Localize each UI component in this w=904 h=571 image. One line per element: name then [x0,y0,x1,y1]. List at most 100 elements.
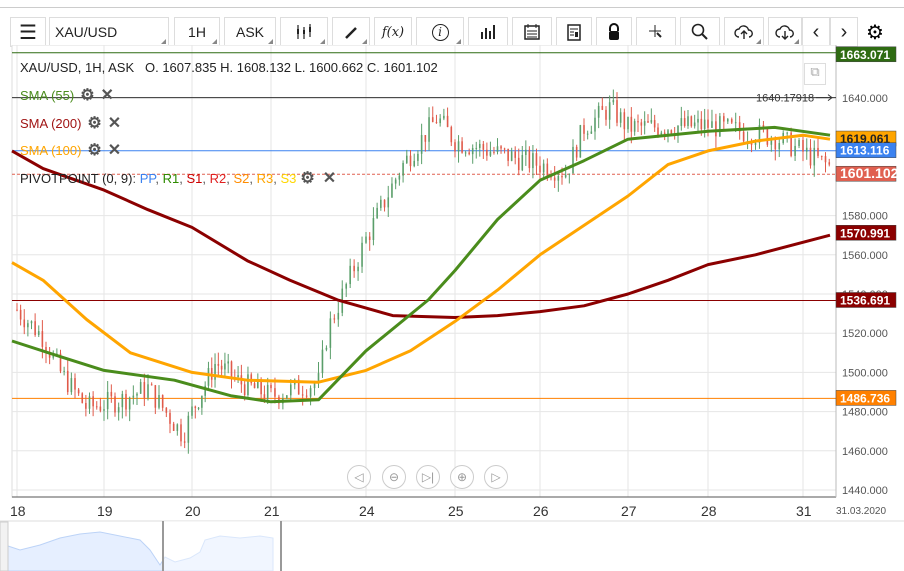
candle-body [380,199,382,208]
close-icon[interactable]: ✕ [101,85,114,105]
volume-button[interactable] [468,17,508,47]
candle-body [30,321,33,324]
top-divider [0,7,904,8]
price-type-select[interactable]: ASK [224,17,276,47]
candle-body [201,395,203,408]
candle-body [650,120,653,123]
lock-icon [609,23,619,40]
gear-icon[interactable]: ⚙ [300,168,314,188]
candle-body [243,384,246,396]
x-tick-label: 20 [185,503,201,519]
sma100-label: SMA (100) [20,142,82,158]
candle-body [85,402,87,409]
candle-body [608,102,611,120]
candle-body [778,143,781,150]
price-chart[interactable]: 1640.0001580.0001560.0001540.0001520.000… [0,45,904,571]
scroll-left-button[interactable]: ‹ [802,17,830,47]
menu-button[interactable]: ☰ [10,17,46,47]
hamburger-icon: ☰ [19,21,37,44]
candle-body [368,236,371,240]
candle-body [349,265,351,285]
close-icon[interactable]: ✕ [108,140,121,160]
candle-body [616,100,618,123]
candle-body [572,146,574,174]
symbol-select[interactable]: XAU/USD [49,17,169,47]
candle-body [132,395,135,398]
candle-body [183,441,186,443]
candle-body [325,347,328,350]
candle-body [657,127,659,135]
candle-body [711,121,713,128]
price-type-value: ASK [235,24,264,40]
crosshair-button[interactable] [636,17,676,47]
expand-button[interactable]: ⧉ [804,63,826,85]
ohlc-header: XAU/USD, 1H, ASK O. 1607.835 H. 1608.132… [20,60,438,75]
y-tick-label: 1440.000 [842,485,888,497]
candle-body [817,147,819,156]
candle-body [805,147,808,152]
price-tag-label: 1601.102 [840,165,899,181]
close-icon[interactable]: ✕ [323,168,336,188]
gear-icon[interactable]: ⚙ [80,85,94,105]
candle-body [774,139,777,150]
gear-icon: ⚙ [866,22,884,44]
candle-body [742,131,745,142]
navigator[interactable] [0,520,904,571]
pencil-icon [345,27,357,39]
candle-body [217,363,220,366]
skip-end-icon: ▷| [421,470,435,484]
gear-icon[interactable]: ⚙ [87,113,101,133]
symbol-value: XAU/USD [55,24,118,40]
zoom-out-button[interactable]: ⊖ [382,465,406,489]
pivot-part: : [132,170,140,186]
download-button[interactable] [768,17,802,47]
candle-body [41,331,44,347]
timeframe-select[interactable]: 1H [174,17,220,47]
lock-button[interactable] [596,17,632,47]
candle-body [486,149,488,156]
close-icon[interactable]: ✕ [108,113,121,133]
candle-body [309,388,312,397]
candle-body [139,382,142,394]
candle-body [224,363,226,370]
candle-body [482,143,485,150]
candle-body [383,199,386,208]
pivot-part: R3 [256,170,274,186]
candle-body [413,160,416,167]
candle-body [647,121,649,123]
candle-body [443,115,445,119]
candle-body [532,153,534,169]
candle-body [561,176,563,178]
pan-right-button[interactable]: ▷ [484,465,508,489]
x-tick-label: 19 [97,503,113,519]
candle-body [161,395,164,408]
candle-body [329,318,332,348]
go-to-end-button[interactable]: ▷| [416,465,440,489]
x-tick-label: 31 [796,503,812,519]
draw-button[interactable] [332,17,370,47]
calendar-button[interactable] [512,17,552,47]
indicators-button[interactable]: f(x) [374,17,412,47]
price-tag-label: 1663.071 [840,48,890,62]
candle-body [77,389,80,394]
chart-type-button[interactable] [280,17,328,47]
report-button[interactable] [556,17,592,47]
zoom-in-button[interactable]: ⊕ [450,465,474,489]
candle-body [828,162,831,165]
candle-body [431,117,434,123]
pan-left-button[interactable]: ◁ [347,465,371,489]
candle-body [693,122,696,127]
zoom-button[interactable] [680,17,720,47]
candle-body [809,147,812,166]
gear-icon[interactable]: ⚙ [87,140,101,160]
info-icon: i [431,23,449,41]
scroll-right-button[interactable]: › [830,17,858,47]
candle-body [274,388,276,397]
candle-body [305,395,308,397]
candle-body [450,127,453,143]
upload-button[interactable] [724,17,764,47]
candle-body [630,116,633,132]
candle-body [564,174,567,178]
info-button[interactable]: i [416,17,464,47]
settings-button[interactable]: ⚙ [866,20,884,45]
